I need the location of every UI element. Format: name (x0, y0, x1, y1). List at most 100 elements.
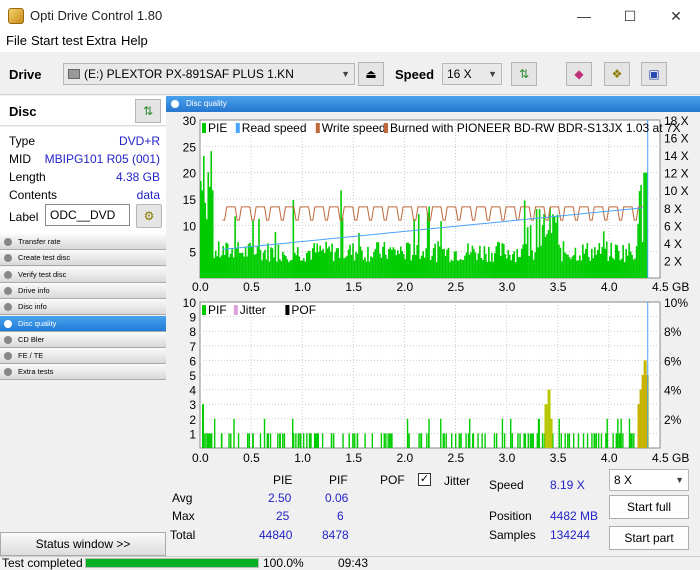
pie-bar (582, 244, 584, 278)
menu-extra[interactable]: Extra (86, 33, 116, 48)
nav-item-verify-test-disc[interactable]: Verify test disc (0, 266, 166, 283)
pif-bar (263, 418, 266, 448)
pie-bar (232, 257, 235, 278)
pie-bar (285, 255, 287, 278)
pif-bar (633, 433, 635, 448)
pie-bar (331, 243, 333, 278)
legend-swatch (315, 123, 320, 133)
pif-bar (297, 433, 300, 448)
nav-item-disc-info[interactable]: Disc info (0, 299, 166, 316)
pie-bar (449, 261, 451, 278)
pif-bar (567, 433, 569, 448)
nav-item-cd-bler[interactable]: CD Bler (0, 331, 166, 348)
pif-bar (577, 433, 580, 448)
nav-item-label: Drive info (18, 285, 50, 295)
legend-label-jitter: Jitter (240, 303, 266, 317)
pie-bar (341, 217, 344, 278)
pie-bar (622, 244, 624, 278)
pie-bar (200, 181, 202, 278)
status-window-button[interactable]: Status window >> (0, 532, 166, 556)
pif-bar (205, 433, 207, 448)
pif-bar (564, 433, 566, 448)
max-pif: 6 (337, 509, 344, 523)
nav-item-transfer-rate[interactable]: Transfer rate (0, 234, 166, 250)
pie-bar (385, 254, 387, 278)
copy-button[interactable]: ❖ (604, 62, 630, 86)
pif-bar (385, 433, 387, 448)
avg-pif: 0.06 (325, 491, 349, 505)
nav-item-disc-quality[interactable]: Disc quality (0, 315, 166, 332)
pie-bar (401, 251, 404, 278)
save-button[interactable]: ▣ (641, 62, 667, 86)
burn-annotation: Burned with PIONEER BD-RW BDR-S13JX 1.03… (390, 121, 681, 135)
pie-bar (519, 257, 521, 278)
x-tick-label: 0.0 (192, 280, 209, 294)
nav-item-label: Disc quality (18, 318, 57, 328)
nav-item-drive-info[interactable]: Drive info (0, 282, 166, 299)
pif-bar (594, 433, 596, 448)
label-settings-button[interactable]: ⚙ (136, 204, 162, 228)
start-part-button[interactable]: Start part (609, 526, 689, 550)
refresh-speed-button[interactable]: ⇅ (511, 62, 537, 86)
pie-bar (573, 255, 575, 278)
pie-bar (595, 254, 598, 278)
jitter-checkbox[interactable]: ✓ (418, 473, 431, 486)
y2-tick-label: 6 X (664, 219, 682, 233)
pif-bar (299, 433, 301, 448)
pie-bar (337, 247, 339, 278)
pie-bar (244, 246, 247, 278)
pie-bar (389, 247, 392, 278)
pie-bar (532, 259, 535, 278)
pie-bar (252, 220, 254, 278)
pie-bar (567, 254, 569, 278)
disc-quality-header: Disc quality (166, 96, 700, 112)
pie-bar (455, 251, 457, 278)
pie-bar (492, 261, 495, 278)
pif-bar (306, 433, 308, 448)
save-icon: ▣ (648, 67, 660, 81)
nav-item-create-test-disc[interactable]: Create test disc (0, 250, 166, 267)
col-pie: PIE (273, 473, 293, 487)
pie-bar (414, 254, 417, 278)
test-speed-value: 8 X (614, 473, 633, 487)
x-tick-label: 3.0 (499, 280, 516, 294)
pie-bar (638, 191, 641, 278)
pie-bar (458, 260, 460, 278)
menu-help[interactable]: Help (121, 33, 148, 48)
pie-bar (480, 257, 483, 278)
eject-button[interactable]: ⏏ (358, 62, 384, 86)
menu-start-test[interactable]: Start test (31, 33, 83, 48)
nav-item-fe-te[interactable]: FE / TE (0, 348, 166, 365)
speed-select[interactable]: 16 X ▼ (442, 63, 502, 85)
status-text: Test completed (2, 556, 83, 570)
test-speed-select[interactable]: 8 X ▼ (609, 469, 689, 491)
pie-bar (511, 254, 514, 278)
y2-tick-label: 8% (664, 325, 682, 339)
pie-bar (464, 255, 466, 278)
maximize-button[interactable]: ☐ (607, 0, 653, 32)
pie-bar (247, 244, 250, 278)
nav-item-extra-tests[interactable]: Extra tests (0, 364, 166, 381)
y2-tick-label: 2 X (664, 254, 682, 268)
pie-bar (250, 246, 253, 278)
refresh-icon: ⇅ (518, 67, 530, 81)
drive-select[interactable]: (E:) PLEXTOR PX-891SAF PLUS 1.KN ▼ (63, 63, 355, 85)
pie-bar (258, 218, 260, 278)
pif-bar (332, 433, 335, 448)
erase-button[interactable]: ◆ (566, 62, 592, 86)
pie-bar (514, 262, 517, 278)
pif-bar (586, 433, 589, 448)
y2-tick-label: 10 X (664, 184, 689, 198)
start-full-button[interactable]: Start full (609, 495, 689, 519)
y2-tick-label: 16 X (664, 132, 689, 146)
pie-bar (546, 233, 548, 278)
close-button[interactable]: ✕ (653, 0, 699, 32)
menu-file[interactable]: File (6, 33, 27, 48)
disc-refresh-button[interactable]: ⇅ (135, 99, 161, 123)
legend-label-pif: PIF (208, 303, 227, 317)
pif-bar (354, 433, 356, 448)
pie-bar (477, 253, 480, 278)
pie-bar (394, 249, 396, 278)
label-input[interactable]: ODC__DVD (45, 204, 130, 226)
minimize-button[interactable]: — (561, 0, 607, 32)
